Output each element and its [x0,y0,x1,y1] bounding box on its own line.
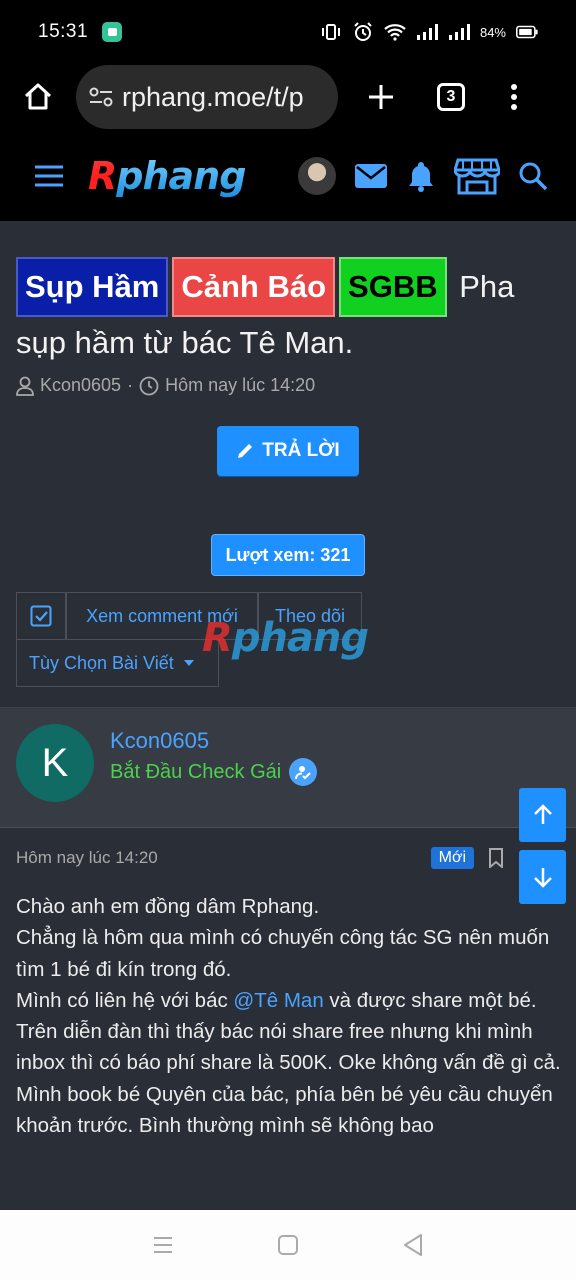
post-text-line: Trên diễn đàn thì thấy bác nói share fre… [16,1020,561,1075]
status-icons: 84% [320,22,538,42]
view-count-badge: Lượt xem: 321 [211,534,365,576]
alarm-icon [352,22,374,42]
signal-icon-1 [416,22,438,42]
thread-title-text-2: sụp hầm từ bác Tê Man. [16,325,354,360]
bell-icon[interactable] [406,160,436,192]
post-text-line: Chào anh em đồng dâm Rphang. [16,895,320,918]
app-notification-icon [102,22,123,42]
site-watermark: Rphang [202,615,369,661]
pencil-icon [238,444,253,458]
mail-icon[interactable] [354,163,388,189]
signal-icon-2 [448,22,470,42]
recents-button[interactable] [143,1225,183,1265]
recents-icon [153,1237,172,1253]
home-nav-button[interactable] [268,1225,308,1265]
home-square-icon [277,1235,298,1255]
post-text-line: Mình book bé Quyên của bác, phía bên bé … [16,1082,553,1138]
post-date[interactable]: Hôm nay lúc 14:20 [16,848,158,868]
bookmark-icon[interactable] [486,847,506,869]
thread-author[interactable]: Kcon0605 [40,375,121,396]
back-button[interactable] [393,1225,433,1265]
scroll-to-top-button[interactable] [519,788,566,842]
thread-meta: Kcon0605 · Hôm nay lúc 14:20 [16,375,560,396]
prefix-tag-sgbb[interactable]: SGBB [339,257,447,317]
vibrate-icon [320,22,342,42]
more-vert-icon [511,84,517,110]
clock-icon [139,376,159,395]
new-tab-button[interactable] [356,71,406,123]
prefix-tag-sup-ham[interactable]: Sụp Hầm [16,257,169,317]
url-text: rphang.moe/t/p [122,81,304,112]
home-icon [24,83,52,110]
battery-icon [516,22,538,42]
url-bar[interactable]: rphang.moe/t/p [76,65,338,129]
tab-switcher-button[interactable]: 3 [426,71,476,123]
caret-down-icon [183,660,194,666]
tab-count: 3 [437,83,465,111]
post-username[interactable]: Kcon0605 [110,728,209,754]
site-settings-icon[interactable] [88,85,114,109]
browser-menu-button[interactable] [494,71,534,123]
user-avatar[interactable]: K [16,724,94,802]
post-text-line: và được share một bé. [323,988,537,1012]
new-badge: Mới [430,847,474,869]
site-header: Rphang [0,130,576,221]
post-text-line: Chẳng là hôm qua mình có chuyến công tác… [16,926,550,981]
mention-link[interactable]: @Tê Man [233,989,323,1012]
user-icon [16,376,34,396]
checkbox-icon [30,605,52,627]
search-icon[interactable] [518,161,548,191]
arrow-up-icon [533,804,552,824]
back-icon [404,1234,423,1256]
thread-title: Sụp Hầm Cảnh Báo SGBB Pha sụp hầm từ bác T… [16,257,560,369]
post-user-block: K Kcon0605 Bắt Đầu Check Gái [0,707,576,828]
user-title: Bắt Đầu Check Gái [110,758,318,786]
account-avatar[interactable] [298,156,336,195]
thread-header: Sụp Hầm Cảnh Báo SGBB Pha sụp hầm từ bác T… [0,221,576,576]
status-time: 15:31 [38,21,89,42]
site-logo[interactable]: Rphang [88,154,246,198]
post-body: Chào anh em đồng dâm Rphang. Chẳng là hô… [16,891,561,1141]
store-icon[interactable] [454,156,500,196]
prefix-tag-canh-bao[interactable]: Cảnh Báo [172,257,336,317]
post-text-line: Mình có liên hệ với bác [16,988,234,1012]
arrow-down-icon [533,868,552,888]
browser-toolbar: rphang.moe/t/p 3 [0,64,576,130]
hamburger-menu-icon[interactable] [34,164,64,188]
system-nav-bar [0,1210,576,1280]
thread-date[interactable]: Hôm nay lúc 14:20 [165,375,315,396]
home-button[interactable] [12,71,64,123]
reply-button[interactable]: TRẢ LỜI [217,426,359,476]
select-checkbox[interactable] [16,592,66,640]
plus-icon [369,85,393,109]
verified-badge-icon [289,758,318,786]
thread-title-text-1: Pha [459,269,515,304]
battery-percent: 84% [479,24,506,40]
page-content: Sụp Hầm Cảnh Báo SGBB Pha sụp hầm từ bác T… [0,221,576,1210]
thread-options-dropdown[interactable]: Tùy Chọn Bài Viết [16,640,219,687]
post-meta: Hôm nay lúc 14:20 Mới [16,847,506,869]
wifi-icon [384,22,406,42]
status-bar: 15:31 84% [0,0,576,64]
